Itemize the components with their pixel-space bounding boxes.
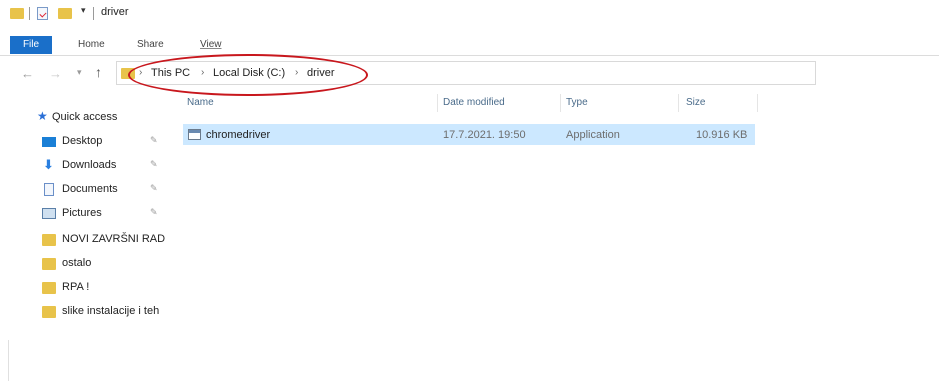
column-divider[interactable]: [437, 94, 438, 112]
sidebar-item-label: NOVI ZAVRŠNI RAD: [62, 233, 166, 245]
desktop-icon: [42, 137, 56, 147]
recent-locations-chevron-icon[interactable]: ▾: [77, 67, 82, 78]
sidebar-item-label: Quick access: [52, 111, 118, 123]
folder-icon: [42, 258, 56, 270]
sidebar-item-label: Pictures: [62, 207, 102, 219]
file-size: 10.916 KB: [696, 129, 748, 141]
up-arrow-icon[interactable]: ↑: [95, 64, 102, 80]
sidebar-item-label: Documents: [62, 183, 118, 195]
tab-home[interactable]: Home: [78, 39, 105, 50]
title-bar: ▾ driver: [0, 0, 939, 26]
application-icon: [188, 129, 201, 140]
file-date-modified: 17.7.2021. 19:50: [443, 129, 526, 141]
divider: [8, 340, 9, 381]
sidebar-item-ostalo[interactable]: ostalo: [0, 254, 172, 274]
column-header-name[interactable]: Name: [187, 97, 214, 108]
documents-icon: [44, 183, 54, 196]
sidebar-item-label: RPA !: [62, 281, 90, 293]
properties-icon[interactable]: [37, 7, 48, 20]
folder-icon: [42, 282, 56, 294]
folder-icon: [42, 306, 56, 318]
download-icon: ⬇: [43, 157, 54, 172]
forward-arrow-icon[interactable]: →: [49, 66, 62, 81]
tab-file[interactable]: File: [10, 36, 52, 54]
ribbon-tabs: File Home Share View: [0, 36, 939, 55]
new-folder-icon[interactable]: [58, 8, 72, 19]
column-header-type[interactable]: Type: [566, 97, 588, 108]
pin-icon: ✎: [150, 207, 158, 217]
folder-icon[interactable]: [10, 8, 24, 19]
column-header-size[interactable]: Size: [686, 97, 705, 108]
column-header-date-modified[interactable]: Date modified: [443, 97, 505, 108]
pin-icon: ✎: [150, 159, 158, 169]
column-divider[interactable]: [678, 94, 679, 112]
sidebar-item-label: ostalo: [62, 257, 92, 269]
pin-icon: ✎: [150, 183, 158, 193]
sidebar-item-desktop[interactable]: Desktop ✎: [0, 132, 172, 152]
sidebar-item-quick-access[interactable]: ★ Quick access: [0, 108, 172, 128]
pin-icon: ✎: [150, 135, 158, 145]
column-divider[interactable]: [560, 94, 561, 112]
sidebar-item-label: slike instalacije i teh: [62, 305, 160, 317]
file-name[interactable]: chromedriver: [206, 129, 270, 141]
folder-icon: [42, 234, 56, 246]
divider: [0, 55, 939, 56]
sidebar-item-documents[interactable]: Documents ✎: [0, 180, 172, 200]
divider: [29, 7, 30, 20]
pictures-icon: [42, 208, 56, 219]
sidebar-item-label: Downloads: [62, 159, 117, 171]
divider: [93, 7, 94, 20]
sidebar-item-label: Desktop: [62, 135, 103, 147]
sidebar-item-rpa[interactable]: RPA !: [0, 278, 172, 298]
star-icon: ★: [37, 109, 48, 123]
file-type: Application: [566, 129, 620, 141]
column-divider[interactable]: [757, 94, 758, 112]
sidebar-item-novi-zavrsni-rad[interactable]: NOVI ZAVRŠNI RAD: [0, 230, 172, 250]
sidebar-item-slike-instalacije[interactable]: slike instalacije i teh: [0, 302, 172, 322]
sidebar-item-downloads[interactable]: ⬇ Downloads ✎: [0, 156, 172, 176]
back-arrow-icon[interactable]: ←: [21, 66, 34, 81]
window-title: driver: [101, 6, 129, 18]
tab-share[interactable]: Share: [137, 39, 164, 50]
quick-access-dropdown-icon[interactable]: ▾: [81, 5, 86, 16]
tab-view[interactable]: View: [200, 39, 222, 50]
sidebar-item-pictures[interactable]: Pictures ✎: [0, 204, 172, 224]
navigation-pane: ★ Quick access Desktop ✎ ⬇ Downloads ✎ D…: [0, 90, 172, 381]
